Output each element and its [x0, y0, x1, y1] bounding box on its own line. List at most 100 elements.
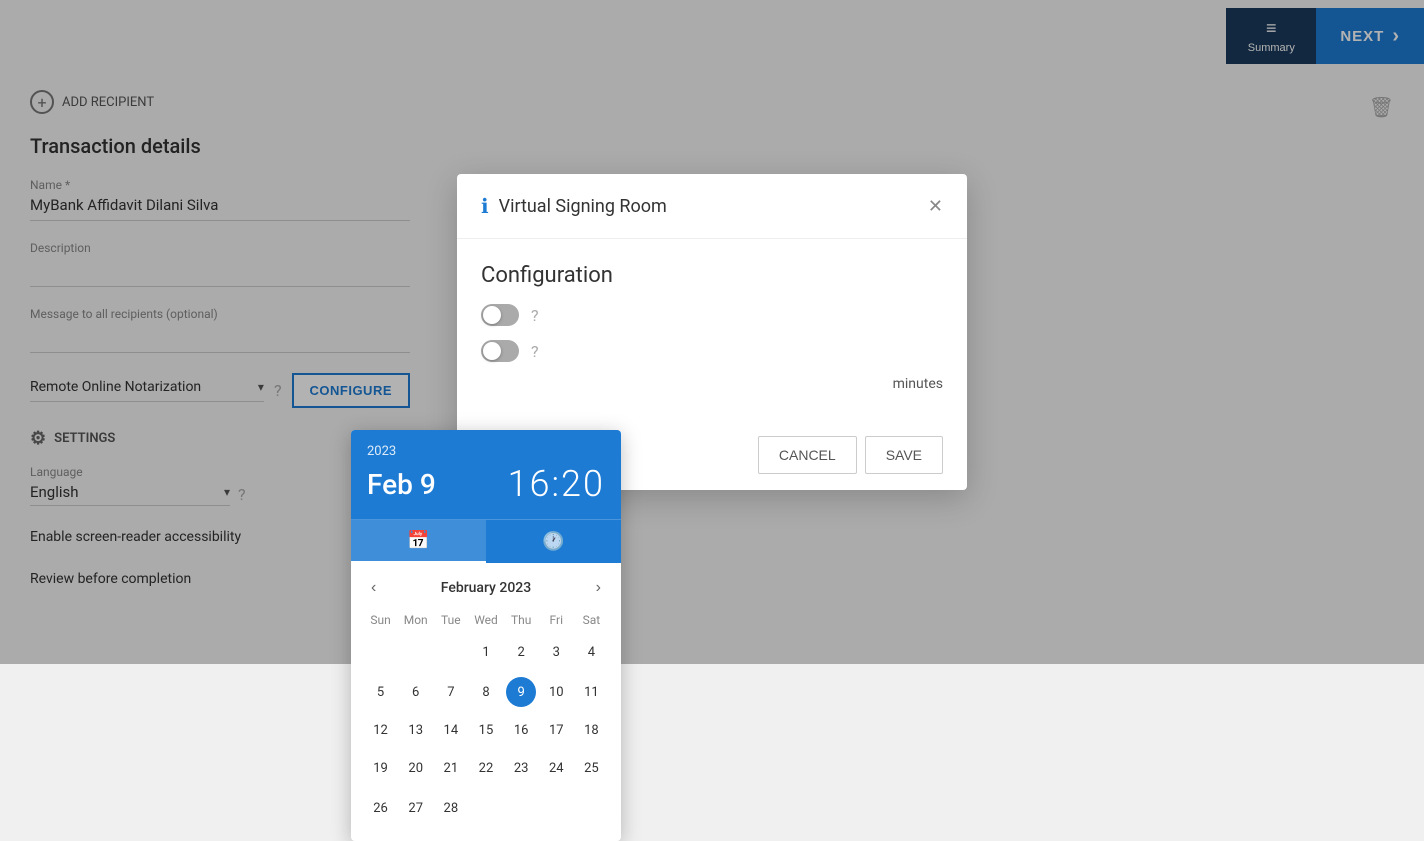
cal-day[interactable]: 19	[366, 753, 396, 783]
list-item: 5	[363, 673, 398, 711]
cal-day[interactable]: 8	[471, 677, 501, 707]
modal-toggle-1[interactable]	[481, 304, 519, 326]
cal-day[interactable]: 14	[436, 715, 466, 745]
cal-day[interactable]: 28	[436, 793, 466, 823]
cal-weekday-fri: Fri	[539, 609, 574, 631]
cal-body: 1234567891011121314151617181920212223242…	[363, 631, 609, 829]
list-item: 8	[468, 673, 503, 711]
cancel-button[interactable]: CANCEL	[758, 436, 857, 474]
list-item: 20	[398, 749, 433, 787]
list-item: 28	[433, 787, 468, 829]
list-item: 19	[363, 749, 398, 787]
cal-weekday-row: Sun Mon Tue Wed Thu Fri Sat	[363, 609, 609, 631]
cal-day[interactable]: 23	[506, 753, 536, 783]
dt-time: 16:20	[508, 463, 605, 505]
dt-date-time-row: Feb 9 16:20	[367, 463, 605, 505]
modal-overlay: ℹ Virtual Signing Room ✕ Configuration ?	[0, 0, 1424, 664]
cal-day[interactable]: 7	[436, 677, 466, 707]
list-item: 27	[398, 787, 433, 829]
cal-day[interactable]: 21	[436, 753, 466, 783]
save-button[interactable]: SAVE	[865, 436, 943, 474]
modal-toggle-1-help-icon[interactable]: ?	[531, 306, 539, 325]
modal-toggle-2-help-icon[interactable]: ?	[531, 342, 539, 361]
cal-day[interactable]: 9	[506, 677, 536, 707]
cal-day[interactable]: 24	[541, 753, 571, 783]
modal-title: Virtual Signing Room	[499, 196, 918, 217]
list-item	[433, 631, 468, 673]
list-item	[468, 787, 503, 829]
table-row: 262728	[363, 787, 609, 829]
cal-day[interactable]: 10	[541, 677, 571, 707]
modal-info-icon: ℹ	[481, 194, 489, 218]
cal-day[interactable]: 25	[576, 753, 606, 783]
cal-day[interactable]: 4	[576, 637, 606, 667]
list-item	[574, 787, 609, 829]
cal-day-empty	[471, 791, 501, 821]
list-item	[539, 787, 574, 829]
cal-day[interactable]: 16	[506, 715, 536, 745]
cal-day[interactable]: 20	[401, 753, 431, 783]
modal-toggle-row-1: ?	[481, 304, 943, 326]
list-item: 17	[539, 711, 574, 749]
minutes-row: minutes	[481, 376, 943, 392]
list-item	[398, 631, 433, 673]
list-item	[504, 787, 539, 829]
cal-day[interactable]: 1	[471, 637, 501, 667]
cal-day[interactable]: 13	[401, 715, 431, 745]
list-item: 4	[574, 631, 609, 673]
list-item: 10	[539, 673, 574, 711]
cal-day[interactable]: 3	[541, 637, 571, 667]
cal-day-empty	[401, 635, 431, 665]
table-row: 12131415161718	[363, 711, 609, 749]
cal-day[interactable]: 18	[576, 715, 606, 745]
cal-weekday-thu: Thu	[504, 609, 539, 631]
list-item: 18	[574, 711, 609, 749]
list-item: 12	[363, 711, 398, 749]
list-item: 1	[468, 631, 503, 673]
cal-next-button[interactable]: ›	[588, 575, 609, 601]
table-row: 1234	[363, 631, 609, 673]
cal-day-empty	[576, 791, 606, 821]
dt-tab-calendar[interactable]: 📅	[351, 520, 486, 563]
dt-year: 2023	[367, 444, 605, 459]
cal-day[interactable]: 22	[471, 753, 501, 783]
list-item: 23	[504, 749, 539, 787]
cal-day[interactable]: 27	[401, 793, 431, 823]
minutes-label: minutes	[893, 376, 943, 392]
dt-header: 2023 Feb 9 16:20	[351, 430, 621, 519]
cal-weekday-tue: Tue	[433, 609, 468, 631]
list-item: 2	[504, 631, 539, 673]
cal-day-empty	[366, 635, 396, 665]
dt-tab-clock[interactable]: 🕐	[486, 520, 621, 563]
table-row: 567891011	[363, 673, 609, 711]
cal-day[interactable]: 26	[366, 793, 396, 823]
cal-day[interactable]: 12	[366, 715, 396, 745]
calendar: ‹ February 2023 › Sun Mon Tue	[351, 563, 621, 841]
cal-day[interactable]: 2	[506, 637, 536, 667]
list-item: 14	[433, 711, 468, 749]
cal-day[interactable]: 17	[541, 715, 571, 745]
cal-weekday-mon: Mon	[398, 609, 433, 631]
dt-tabs: 📅 🕐	[351, 519, 621, 563]
list-item: 15	[468, 711, 503, 749]
cal-month: February 2023	[441, 580, 531, 596]
cal-day[interactable]: 5	[366, 677, 396, 707]
list-item: 24	[539, 749, 574, 787]
cal-day-empty	[506, 791, 536, 821]
cal-weekday-wed: Wed	[468, 609, 503, 631]
config-title: Configuration	[481, 263, 943, 288]
cal-day[interactable]: 15	[471, 715, 501, 745]
datetime-picker: 2023 Feb 9 16:20 📅 🕐	[351, 430, 621, 841]
modal-header: ℹ Virtual Signing Room ✕	[457, 174, 967, 239]
modal-close-button[interactable]: ✕	[928, 196, 943, 217]
modal-body: Configuration ? ? minutes	[457, 239, 967, 420]
cal-day[interactable]: 11	[576, 677, 606, 707]
modal-toggle-2[interactable]	[481, 340, 519, 362]
cal-prev-button[interactable]: ‹	[363, 575, 384, 601]
dt-date: Feb 9	[367, 468, 436, 501]
list-item: 26	[363, 787, 398, 829]
modal: ℹ Virtual Signing Room ✕ Configuration ?	[457, 174, 967, 490]
cal-grid: Sun Mon Tue Wed Thu Fri Sat	[363, 609, 609, 829]
cal-day[interactable]: 6	[401, 677, 431, 707]
cal-nav: ‹ February 2023 ›	[363, 575, 609, 601]
